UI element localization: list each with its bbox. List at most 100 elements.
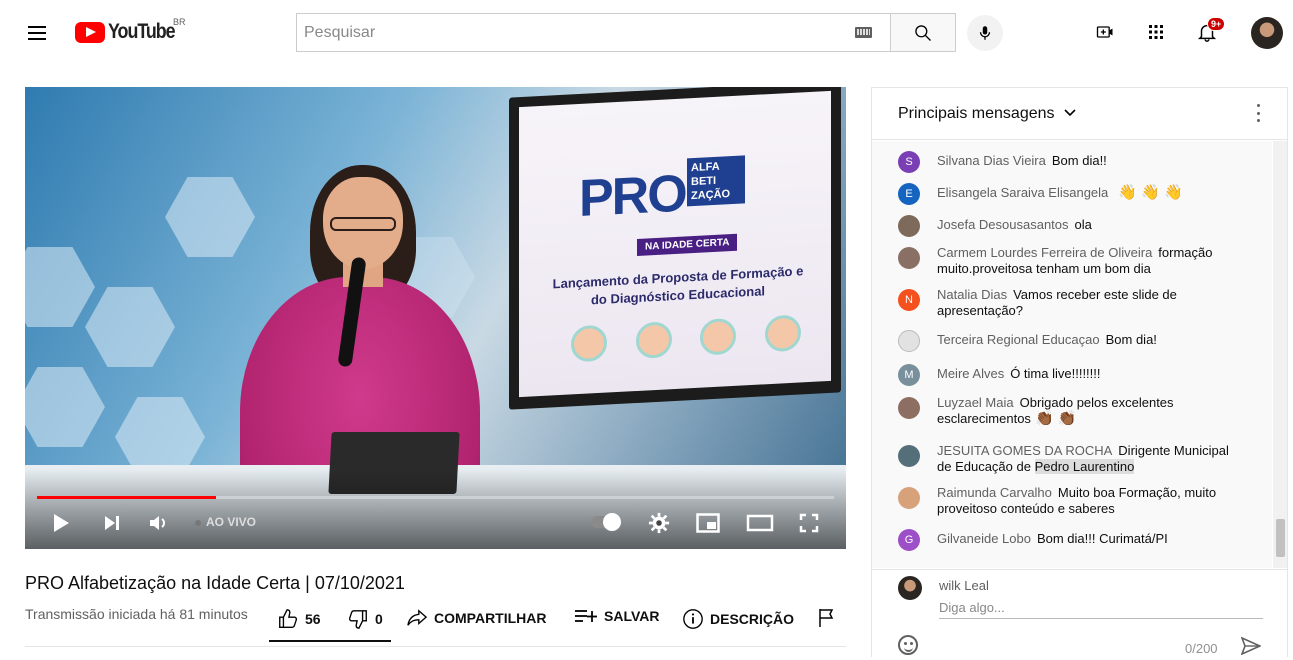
chat-message: Carmem Lourdes Ferreira de Oliveira forma… [898,245,1238,277]
like-count: 56 [305,611,321,627]
author-avatar[interactable] [898,445,920,467]
description-label: DESCRIÇÃO [710,611,795,627]
author-name[interactable]: Carmem Lourdes Ferreira de Oliveira [937,245,1152,260]
fullscreen-button[interactable] [797,511,821,535]
chat-message: Raimunda Carvalho Muito boa Formação, mui… [898,485,1238,517]
dislike-button[interactable]: 0 [347,608,383,630]
voice-search-button[interactable] [967,15,1003,51]
video-title: PRO Alfabetização na Idade Certa | 07/10… [25,573,405,593]
microphone-icon [979,26,991,40]
save-button[interactable]: SALVAR [574,608,659,624]
author-name[interactable]: Luyzael Maia [937,395,1014,410]
play-logo-icon [75,21,105,43]
screen-caption: Lançamento da Proposta de Formação e do … [552,263,804,308]
author-name[interactable]: Terceira Regional Educaçao [937,332,1100,347]
presenter-glasses [330,217,396,231]
chat-composer: wilk Leal 0/200 [872,569,1287,659]
theater-icon [746,514,774,532]
author-name[interactable]: Natalia Dias [937,287,1007,302]
chat-message: Terceira Regional Educaçao Bom dia! [898,330,1238,352]
author-avatar[interactable]: M [898,364,920,386]
chat-message: Luyzael Maia Obrigado pelos excelentes es… [898,395,1238,427]
play-button[interactable] [50,512,72,534]
share-icon [407,609,428,626]
youtube-logo[interactable]: YouTube [75,20,186,44]
progress-bar[interactable] [37,496,834,499]
scrollbar-thumb[interactable] [1276,519,1285,557]
description-button[interactable]: DESCRIÇÃO [682,608,794,630]
chevron-down-icon [1064,109,1076,117]
author-name[interactable]: Raimunda Carvalho [937,485,1052,500]
controls-overlay [25,469,846,549]
highlighted-text: Pedro Laurentino [1034,459,1135,474]
volume-icon [150,516,165,530]
progress-played [37,496,217,499]
next-button[interactable] [101,512,123,534]
like-button[interactable]: 56 [277,608,321,630]
author-avatar[interactable]: S [898,151,920,173]
screen-pro-text: PRO [579,164,686,229]
screen-alfa-text: ALFA BETI ZAÇÃO [687,155,745,207]
account-avatar[interactable] [1251,17,1283,49]
search-button[interactable] [890,13,956,52]
message-text: ola [1074,217,1092,232]
chat-message: JESUITA GOMES DA ROCHA Dirigente Municipa… [898,443,1238,475]
author-avatar[interactable] [898,487,920,509]
author-avatar[interactable] [898,397,920,419]
create-video-button[interactable] [1093,20,1117,44]
chat-more-button[interactable] [1257,104,1261,122]
miniplayer-icon [696,513,720,533]
skip-next-icon [105,516,119,530]
share-button[interactable]: COMPARTILHAR [406,608,547,628]
author-name[interactable]: Meire Alves [937,366,1004,381]
message-text: Ó tima live!!!!!!!! [1010,366,1101,381]
miniplayer-button[interactable] [695,511,721,535]
notification-badge: 9+ [1207,17,1226,31]
author-name[interactable]: Silvana Dias Vieira [937,153,1046,168]
chat-scrollbar[interactable] [1273,141,1287,568]
message-text: Bom dia!! [1051,153,1107,168]
autoplay-toggle[interactable] [591,513,621,531]
live-label[interactable]: AO VIVO [206,515,256,529]
send-button[interactable] [1240,636,1262,660]
author-avatar[interactable]: G [898,529,920,551]
emoji-icon[interactable] [898,635,918,655]
chat-message: N Natalia Dias Vamos receber este slide d… [898,287,1238,319]
author-name[interactable]: JESUITA GOMES DA ROCHA [937,443,1112,458]
apps-grid-icon [1149,25,1163,39]
clap-emoji: 👏🏾 👏🏾 [1034,410,1077,427]
author-avatar[interactable]: N [898,289,920,311]
user-name: wilk Leal [939,578,989,593]
screen-faces [571,314,801,363]
sentiment-bar-likes [269,640,391,642]
author-name[interactable]: Josefa Desousasantos [937,217,1069,232]
author-name[interactable]: Elisangela Saraiva Elisangela [937,185,1108,200]
chat-message-input[interactable] [939,600,1263,619]
region-code: BR [173,17,186,27]
author-name[interactable]: Gilvaneide Lobo [937,531,1031,546]
theater-mode-button[interactable] [745,511,775,535]
author-avatar[interactable] [898,247,920,269]
info-divider [25,646,846,647]
apps-button[interactable] [1144,20,1168,44]
screen-idade-text: NA IDADE CERTA [637,233,738,256]
message-text: Bom dia!!! Curimatá/PI [1036,531,1168,546]
search-input[interactable] [297,23,837,42]
author-avatar[interactable]: E [898,183,920,205]
author-avatar[interactable] [898,215,920,237]
chat-mode-dropdown[interactable]: Principais mensagens [898,105,1077,123]
settings-button[interactable] [647,511,671,535]
video-player[interactable]: PRO ALFA BETI ZAÇÃO NA IDADE CERTA Lança… [25,87,846,549]
chat-header: Principais mensagens [872,88,1287,140]
live-indicator-dot [195,520,201,526]
chat-message: G Gilvaneide Lobo Bom dia!!! Curimatá/PI [898,529,1238,551]
stream-start-info: Transmissão iniciada há 81 minutos [25,606,248,622]
author-avatar[interactable] [898,330,920,352]
menu-icon[interactable] [28,26,46,40]
thumbs-up-icon [279,609,298,628]
chat-message: E Elisangela Saraiva Elisangela 👋 👋 👋 [898,183,1238,205]
volume-button[interactable] [147,512,171,534]
keyboard-icon[interactable] [855,27,872,38]
report-button[interactable] [818,608,836,628]
search-box [296,13,890,52]
